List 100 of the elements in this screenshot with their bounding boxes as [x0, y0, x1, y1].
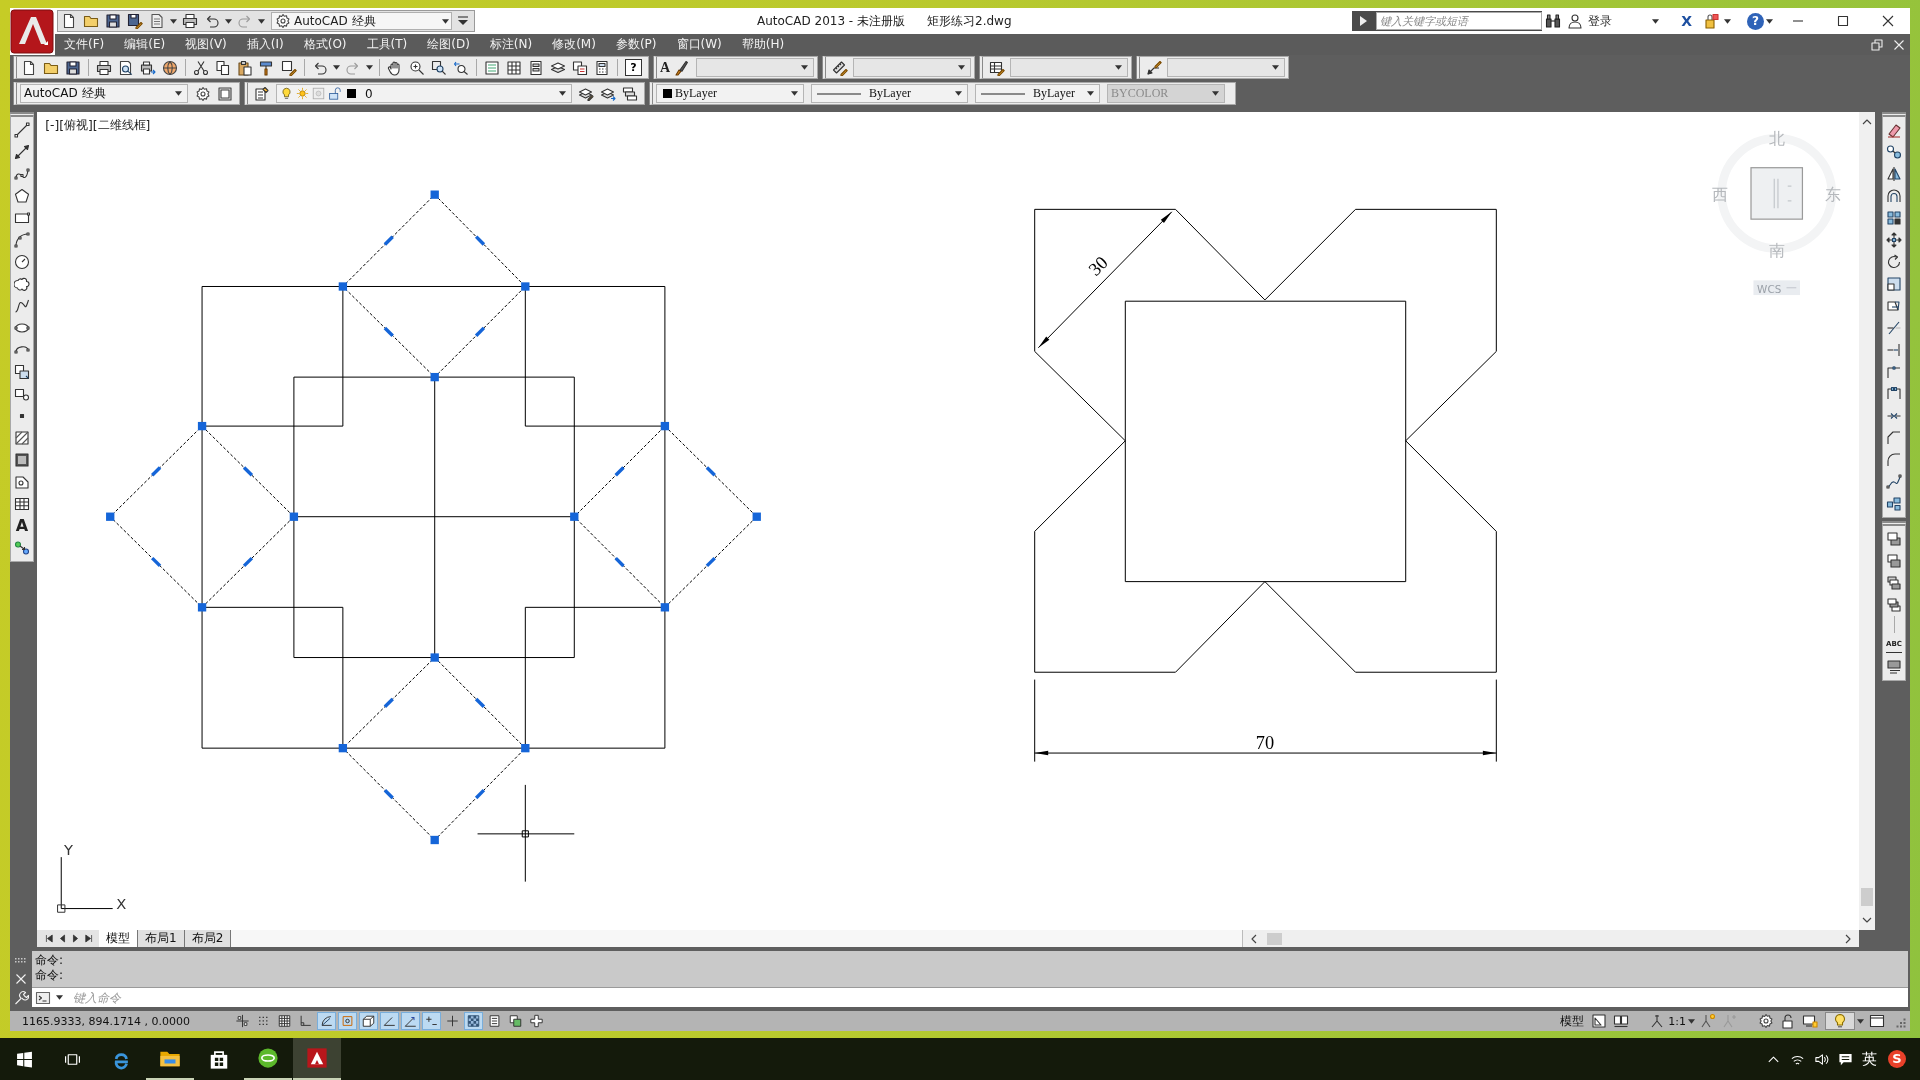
grip-handle[interactable] — [106, 512, 115, 521]
cloud-icon[interactable] — [14, 276, 30, 292]
open-padlock-icon[interactable] — [328, 87, 341, 100]
settings-icon[interactable] — [195, 85, 211, 102]
scroll-thumb[interactable] — [1267, 932, 1282, 945]
shaded-square-icon[interactable] — [14, 452, 30, 468]
caret-icon[interactable] — [56, 995, 63, 1000]
menu-item[interactable]: 格式(O) — [303, 36, 347, 53]
midpoint-grip[interactable] — [705, 556, 716, 568]
text-tool-button[interactable]: A — [14, 518, 30, 534]
exchange-button[interactable]: X — [1681, 13, 1692, 29]
stacked-squares-icon[interactable] — [1886, 597, 1902, 613]
pentagon-icon[interactable] — [14, 188, 30, 204]
grip-handle[interactable] — [570, 512, 579, 521]
caret-icon[interactable] — [170, 18, 177, 24]
brush-icon[interactable] — [673, 59, 690, 76]
paintbrush-icon[interactable] — [259, 59, 275, 76]
rectangle-icon[interactable] — [14, 210, 30, 226]
skip-left-icon[interactable] — [44, 933, 55, 944]
workspace-dropdown[interactable]: AutoCAD 经典 — [20, 84, 188, 103]
midpoint-grip[interactable] — [383, 697, 394, 708]
layers-stack-icon[interactable] — [622, 85, 638, 102]
printer-arrow-icon[interactable] — [140, 59, 156, 76]
folder-icon[interactable] — [83, 13, 99, 29]
checker-icon[interactable] — [464, 1012, 483, 1030]
caret-icon[interactable] — [366, 65, 373, 70]
polar-arc-icon[interactable] — [317, 1012, 336, 1030]
back-stack-icon[interactable] — [1886, 553, 1902, 569]
corner-point-icon[interactable] — [1886, 364, 1902, 380]
eraser-icon[interactable] — [1886, 122, 1902, 138]
layout-tab[interactable]: 布局1 — [138, 930, 185, 947]
menu-item[interactable]: 工具(T) — [366, 36, 408, 53]
light-bulb-icon[interactable] — [1832, 1013, 1848, 1029]
grip-handle[interactable] — [521, 282, 530, 291]
chamfer-corner-icon[interactable] — [1886, 430, 1902, 446]
caret-icon[interactable] — [225, 18, 232, 24]
scroll-thumb[interactable] — [1861, 888, 1873, 906]
midpoint-grip[interactable] — [474, 235, 486, 246]
grip-handle[interactable] — [430, 653, 439, 662]
menu-item[interactable]: 插入(I) — [246, 36, 284, 53]
framed-rectangle-icon[interactable] — [1886, 659, 1902, 675]
app-menu-icon[interactable] — [10, 8, 55, 55]
ruler-pencil-icon[interactable] — [832, 59, 849, 76]
grip-handle[interactable] — [430, 372, 439, 382]
layout-tab[interactable]: 布局2 — [184, 930, 232, 947]
extend-lines-icon[interactable] — [1886, 342, 1902, 358]
broken-line-icon[interactable] — [1886, 386, 1902, 402]
binoculars-icon[interactable] — [1545, 13, 1562, 29]
midpoint-grip[interactable] — [151, 466, 162, 477]
overlapping-pages-icon[interactable] — [572, 59, 588, 76]
grip-handle[interactable] — [430, 190, 439, 199]
squares-grid-icon[interactable] — [1886, 210, 1902, 226]
layers-arrow-icon[interactable] — [600, 85, 616, 102]
cube-icon[interactable] — [359, 1012, 378, 1030]
vertical-scrollbar[interactable] — [1859, 112, 1875, 930]
taskbar-app-button[interactable] — [293, 1038, 341, 1080]
layout-tab[interactable]: 模型 — [99, 930, 138, 947]
caret-icon[interactable] — [1724, 18, 1731, 24]
region-icon[interactable] — [14, 474, 30, 490]
square-pencil-icon[interactable] — [281, 59, 297, 76]
rotate-arrow-icon[interactable] — [1886, 254, 1902, 270]
menu-item[interactable]: 文件(F) — [64, 36, 105, 53]
grip-handle[interactable] — [521, 744, 530, 753]
message-icon[interactable] — [1837, 1051, 1853, 1067]
midpoint-grip[interactable] — [383, 326, 394, 337]
palette-panel-icon[interactable] — [528, 59, 544, 76]
document-icon[interactable] — [149, 13, 165, 29]
text-style-button[interactable]: A — [660, 59, 693, 76]
caret-icon[interactable] — [559, 91, 566, 96]
caret-icon[interactable] — [1688, 1018, 1695, 1024]
angle-icon[interactable] — [380, 1012, 399, 1030]
zoom-window-icon[interactable] — [431, 59, 447, 76]
menu-item[interactable]: 编辑(E) — [124, 36, 166, 53]
grip-handle[interactable] — [289, 512, 299, 521]
wave-curve-icon[interactable] — [1886, 474, 1902, 490]
midpoint-grip[interactable] — [474, 697, 486, 708]
table-icon[interactable] — [14, 496, 30, 512]
layer-dropdown[interactable]: 0 — [276, 84, 572, 103]
grip-handle[interactable] — [338, 282, 348, 291]
offset-arcs-icon[interactable] — [1886, 188, 1902, 204]
zoom-icon[interactable] — [409, 59, 425, 76]
menu-item[interactable]: 绘图(D) — [427, 36, 470, 53]
midpoint-grip[interactable] — [474, 326, 486, 337]
table-pencil-icon[interactable] — [989, 59, 1006, 76]
speaker-icon[interactable] — [1813, 1051, 1829, 1067]
caret-icon[interactable] — [333, 65, 340, 70]
right-triangle-icon[interactable] — [70, 933, 81, 944]
caret-icon[interactable] — [1857, 1018, 1864, 1024]
settings-icon[interactable] — [1758, 1013, 1774, 1029]
clipboard-icon[interactable] — [237, 59, 253, 76]
scattered-squares-icon[interactable] — [1886, 496, 1902, 512]
snap-square-icon[interactable] — [338, 1012, 357, 1030]
restore-icon[interactable] — [1869, 36, 1885, 53]
spline-icon[interactable] — [14, 298, 30, 314]
double-arrow-line-icon[interactable] — [14, 144, 30, 160]
midpoint-grip[interactable] — [705, 466, 716, 477]
wrench-icon[interactable] — [13, 990, 29, 1006]
full-screen-icon[interactable] — [1869, 1013, 1885, 1029]
help-button[interactable]: ? — [1747, 12, 1764, 30]
midpoint-grip[interactable] — [151, 556, 162, 568]
